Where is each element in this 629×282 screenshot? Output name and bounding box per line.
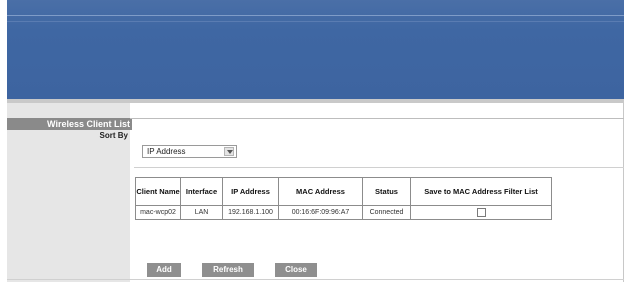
header-stripe: [7, 15, 624, 16]
sidebar-title: Wireless Client List: [7, 118, 132, 130]
col-header-status: Status: [362, 177, 411, 206]
cell-save-checkbox: [410, 205, 552, 220]
col-header-ip-address: IP Address: [222, 177, 279, 206]
sidebar-title-text: Wireless Client List: [47, 119, 130, 129]
sidebar: Wireless Client List Sort By: [7, 103, 132, 282]
sort-by-select-value: IP Address: [147, 147, 186, 156]
header-banner: [7, 0, 624, 99]
col-header-interface: Interface: [180, 177, 223, 206]
cell-status: Connected: [362, 205, 411, 220]
col-header-client-name: Client Name: [135, 177, 181, 206]
cell-client-name: mac-wcp02: [135, 205, 181, 220]
table-header-row: Client Name Interface IP Address MAC Add…: [135, 177, 552, 206]
table-row: mac-wcp02 LAN 192.168.1.100 00:16:6F:09:…: [135, 205, 552, 220]
close-button[interactable]: Close: [275, 263, 317, 277]
sort-by-select[interactable]: IP Address: [142, 145, 237, 158]
cell-mac-address: 00:16:6F:09:96:A7: [278, 205, 363, 220]
refresh-button[interactable]: Refresh: [202, 263, 254, 277]
header-stripe: [7, 21, 624, 22]
wireless-client-table: Client Name Interface IP Address MAC Add…: [135, 177, 552, 220]
col-header-mac-address: MAC Address: [278, 177, 363, 206]
bottom-divider: [7, 279, 624, 280]
content-divider: [130, 118, 624, 119]
cell-interface: LAN: [180, 205, 223, 220]
cell-ip-address: 192.168.1.100: [222, 205, 279, 220]
section-divider: [134, 167, 624, 168]
sort-by-label: Sort By: [99, 131, 128, 140]
add-button[interactable]: Add: [147, 263, 181, 277]
save-to-filter-checkbox[interactable]: [476, 208, 486, 217]
chevron-down-icon[interactable]: [224, 147, 234, 156]
col-header-save-to-filter: Save to MAC Address Filter List: [410, 177, 552, 206]
